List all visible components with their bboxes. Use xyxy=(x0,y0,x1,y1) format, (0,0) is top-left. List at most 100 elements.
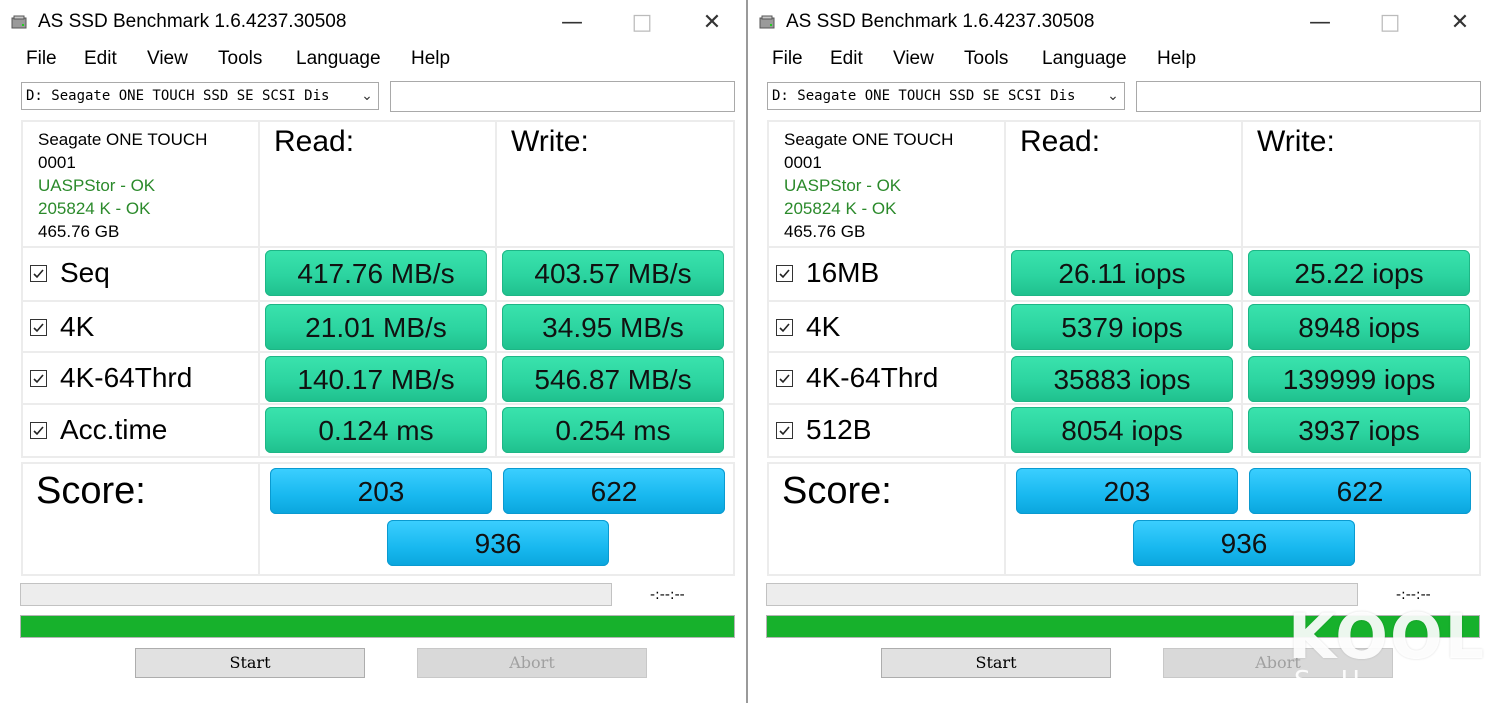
benchmark-window-left: AS SSD Benchmark 1.6.4237.30508 — □ ✕ Fi… xyxy=(0,0,746,703)
menu-tools[interactable]: Tools xyxy=(218,48,262,70)
window-title: AS SSD Benchmark 1.6.4237.30508 xyxy=(786,11,1095,32)
drive-select[interactable]: D: Seagate ONE TOUCH SSD SE SCSI Dis ⌄ xyxy=(767,82,1125,110)
read-header: Read: xyxy=(274,125,355,158)
16mb-read-value: 26.11 iops xyxy=(1011,250,1233,296)
row-label-4k: 4K xyxy=(60,311,95,342)
watermark-site: koolshare.cn xyxy=(1200,677,1276,691)
abort-button[interactable]: Abort xyxy=(417,648,647,678)
current-progress-bar xyxy=(766,583,1358,606)
row-label-4k64: 4K-64Thrd xyxy=(806,362,939,393)
4k-checkbox[interactable] xyxy=(30,319,47,336)
drive-model: Seagate ONE TOUCH xyxy=(784,130,954,149)
4k64-read-value: 35883 iops xyxy=(1011,356,1233,402)
menu-view[interactable]: View xyxy=(893,48,934,70)
maximize-icon[interactable]: □ xyxy=(622,8,662,38)
score-write: 622 xyxy=(1249,468,1471,514)
4k-checkbox[interactable] xyxy=(776,319,793,336)
drive-select[interactable]: D: Seagate ONE TOUCH SSD SE SCSI Dis ⌄ xyxy=(21,82,379,110)
maximize-icon[interactable]: □ xyxy=(1370,8,1410,38)
score-read: 203 xyxy=(1016,468,1238,514)
seq-read-value: 417.76 MB/s xyxy=(265,250,487,296)
drive-app-icon xyxy=(758,13,776,31)
row-label-seq: Seq xyxy=(60,257,110,288)
4k64-write-value: 139999 iops xyxy=(1248,356,1470,402)
score-label: Score: xyxy=(782,470,892,512)
menu-file[interactable]: File xyxy=(772,48,803,70)
start-button[interactable]: Start xyxy=(881,648,1111,678)
menu-help[interactable]: Help xyxy=(411,48,450,70)
4k-read-value: 21.01 MB/s xyxy=(265,304,487,350)
write-header: Write: xyxy=(1257,125,1335,158)
watermark-brand: KOOL xyxy=(1288,600,1487,673)
score-read: 203 xyxy=(270,468,492,514)
drive-text-field[interactable] xyxy=(1136,81,1481,112)
row-label-512b: 512B xyxy=(806,414,872,445)
title-bar[interactable]: AS SSD Benchmark 1.6.4237.30508 — □ ✕ xyxy=(0,0,746,46)
title-bar[interactable]: AS SSD Benchmark 1.6.4237.30508 — □ ✕ xyxy=(748,0,1494,46)
benchmark-window-right: AS SSD Benchmark 1.6.4237.30508 — □ ✕ Fi… xyxy=(748,0,1494,703)
score-label: Score: xyxy=(36,470,146,512)
minimize-icon[interactable]: — xyxy=(552,8,592,38)
4k64-checkbox[interactable] xyxy=(30,370,47,387)
row-label-4k64: 4K-64Thrd xyxy=(60,362,193,393)
drive-model: Seagate ONE TOUCH xyxy=(38,130,208,149)
512b-checkbox[interactable] xyxy=(776,422,793,439)
16mb-checkbox[interactable] xyxy=(776,265,793,282)
4k-write-value: 34.95 MB/s xyxy=(502,304,724,350)
drive-select-value: D: Seagate ONE TOUCH SSD SE SCSI Dis xyxy=(26,88,330,104)
row-label-16mb: 16MB xyxy=(806,257,880,288)
driver-status: UASPStor - OK xyxy=(38,176,156,195)
drive-capacity: 465.76 GB xyxy=(784,222,866,241)
drive-firmware: 0001 xyxy=(38,153,76,172)
write-header: Write: xyxy=(511,125,589,158)
menu-edit[interactable]: Edit xyxy=(830,48,863,70)
drive-select-value: D: Seagate ONE TOUCH SSD SE SCSI Dis xyxy=(772,88,1076,104)
alignment-status: 205824 K - OK xyxy=(38,199,151,218)
close-icon[interactable]: ✕ xyxy=(692,8,732,38)
drive-capacity: 465.76 GB xyxy=(38,222,120,241)
close-icon[interactable]: ✕ xyxy=(1440,8,1480,38)
drive-firmware: 0001 xyxy=(784,153,822,172)
acc-read-value: 0.124 ms xyxy=(265,407,487,453)
minimize-icon[interactable]: — xyxy=(1300,8,1340,38)
4k-write-value: 8948 iops xyxy=(1248,304,1470,350)
menu-file[interactable]: File xyxy=(26,48,57,70)
4k64-write-value: 546.87 MB/s xyxy=(502,356,724,402)
acc-write-value: 0.254 ms xyxy=(502,407,724,453)
seq-write-value: 403.57 MB/s xyxy=(502,250,724,296)
elapsed-time: -:--:-- xyxy=(650,587,685,603)
4k64-checkbox[interactable] xyxy=(776,370,793,387)
16mb-write-value: 25.22 iops xyxy=(1248,250,1470,296)
drive-app-icon xyxy=(10,13,28,31)
drive-info: Seagate ONE TOUCH 0001 UASPStor - OK 205… xyxy=(784,128,1014,243)
window-title: AS SSD Benchmark 1.6.4237.30508 xyxy=(38,11,347,32)
menu-help[interactable]: Help xyxy=(1157,48,1196,70)
512b-read-value: 8054 iops xyxy=(1011,407,1233,453)
current-progress-bar xyxy=(20,583,612,606)
menu-tools[interactable]: Tools xyxy=(964,48,1008,70)
4k64-read-value: 140.17 MB/s xyxy=(265,356,487,402)
chevron-down-icon[interactable]: ⌄ xyxy=(1102,83,1124,109)
score-total: 936 xyxy=(387,520,609,566)
menu-language[interactable]: Language xyxy=(296,48,381,70)
acc-checkbox[interactable] xyxy=(30,422,47,439)
drive-text-field[interactable] xyxy=(390,81,735,112)
menu-edit[interactable]: Edit xyxy=(84,48,117,70)
4k-read-value: 5379 iops xyxy=(1011,304,1233,350)
menu-view[interactable]: View xyxy=(147,48,188,70)
chevron-down-icon[interactable]: ⌄ xyxy=(356,83,378,109)
score-total: 936 xyxy=(1133,520,1355,566)
total-progress-bar xyxy=(20,615,735,638)
seq-checkbox[interactable] xyxy=(30,265,47,282)
driver-status: UASPStor - OK xyxy=(784,176,902,195)
row-label-4k: 4K xyxy=(806,311,841,342)
menu-language[interactable]: Language xyxy=(1042,48,1127,70)
watermark-sub: SHARE xyxy=(1294,666,1498,696)
row-label-acc: Acc.time xyxy=(60,414,168,445)
drive-info: Seagate ONE TOUCH 0001 UASPStor - OK 205… xyxy=(38,128,268,243)
score-write: 622 xyxy=(503,468,725,514)
start-button[interactable]: Start xyxy=(135,648,365,678)
koolshare-watermark: KOOL SHARE xyxy=(1288,600,1498,696)
512b-write-value: 3937 iops xyxy=(1248,407,1470,453)
read-header: Read: xyxy=(1020,125,1101,158)
